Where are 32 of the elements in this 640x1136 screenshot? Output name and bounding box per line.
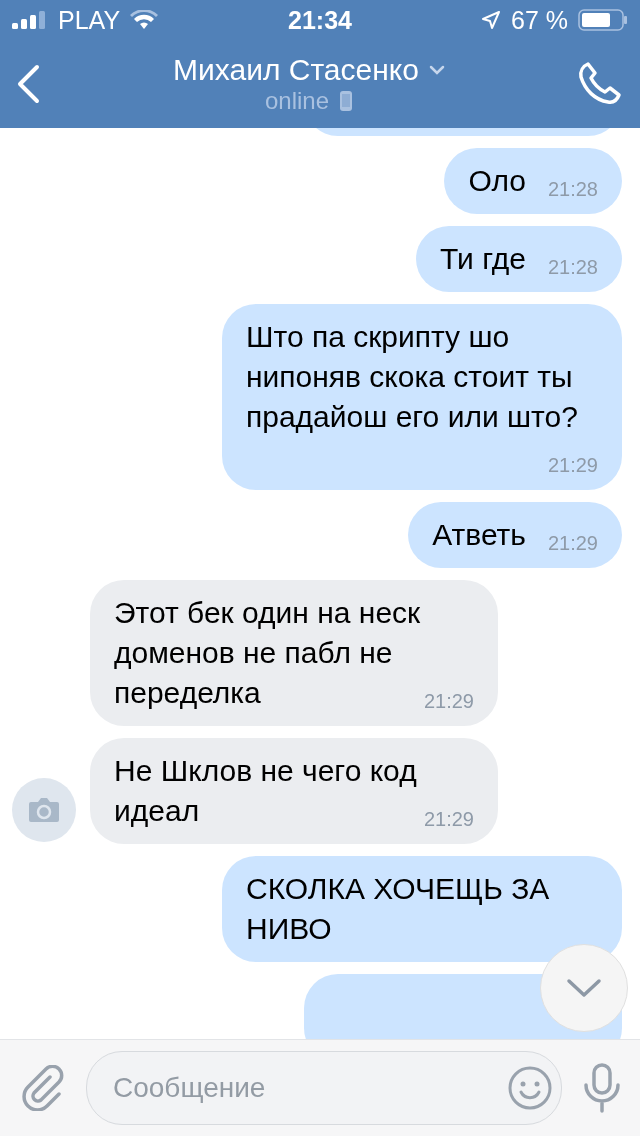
battery-icon [578,9,628,31]
location-arrow-icon [481,10,502,30]
back-icon[interactable] [16,64,40,104]
smiley-icon[interactable] [507,1065,553,1111]
message-bubble: Не Шклов не чего код идеал 21:29 [90,738,498,844]
clock: 21:34 [288,5,352,35]
message-time: 21:29 [547,531,598,555]
microphone-icon[interactable] [582,1063,622,1113]
chevron-down-icon [566,978,602,998]
message-time: 21:29 [547,453,598,477]
phone-device-icon [339,90,354,112]
battery-percentage: 67 % [511,5,568,35]
message-bubble: Атветь 21:29 [408,502,622,568]
camera-icon [28,797,60,823]
contact-name[interactable]: Михаил Стасенко [173,53,419,87]
paperclip-icon[interactable] [20,1065,66,1111]
message-bubble: СКОЛКА ХОЧЕЩЬ ЗА НИВО [222,856,622,962]
message-time: 21:28 [547,255,598,279]
message-bubble: Што па скрипту шо нипоняв скока стоит ты прадайош его или што? 21:29 [222,304,622,490]
wifi-icon [130,10,159,30]
message-bubble: Этот бек один на неск доменов не пабл не переделка 21:29 [90,580,498,726]
message-input-field[interactable]: Сообщение [86,1051,562,1125]
phone-icon[interactable] [578,61,624,107]
chevron-down-icon[interactable] [428,65,445,75]
carrier-name: PLAY [58,5,121,35]
message-time: 21:29 [423,807,474,831]
signal-icon [12,11,48,29]
message-bubble: Оло 21:28 [444,148,622,214]
message-bubble: Ти где 21:28 [416,226,622,292]
message-time: 21:29 [423,689,474,713]
presence-status: online [264,87,330,115]
message-time: 21:28 [547,177,598,201]
